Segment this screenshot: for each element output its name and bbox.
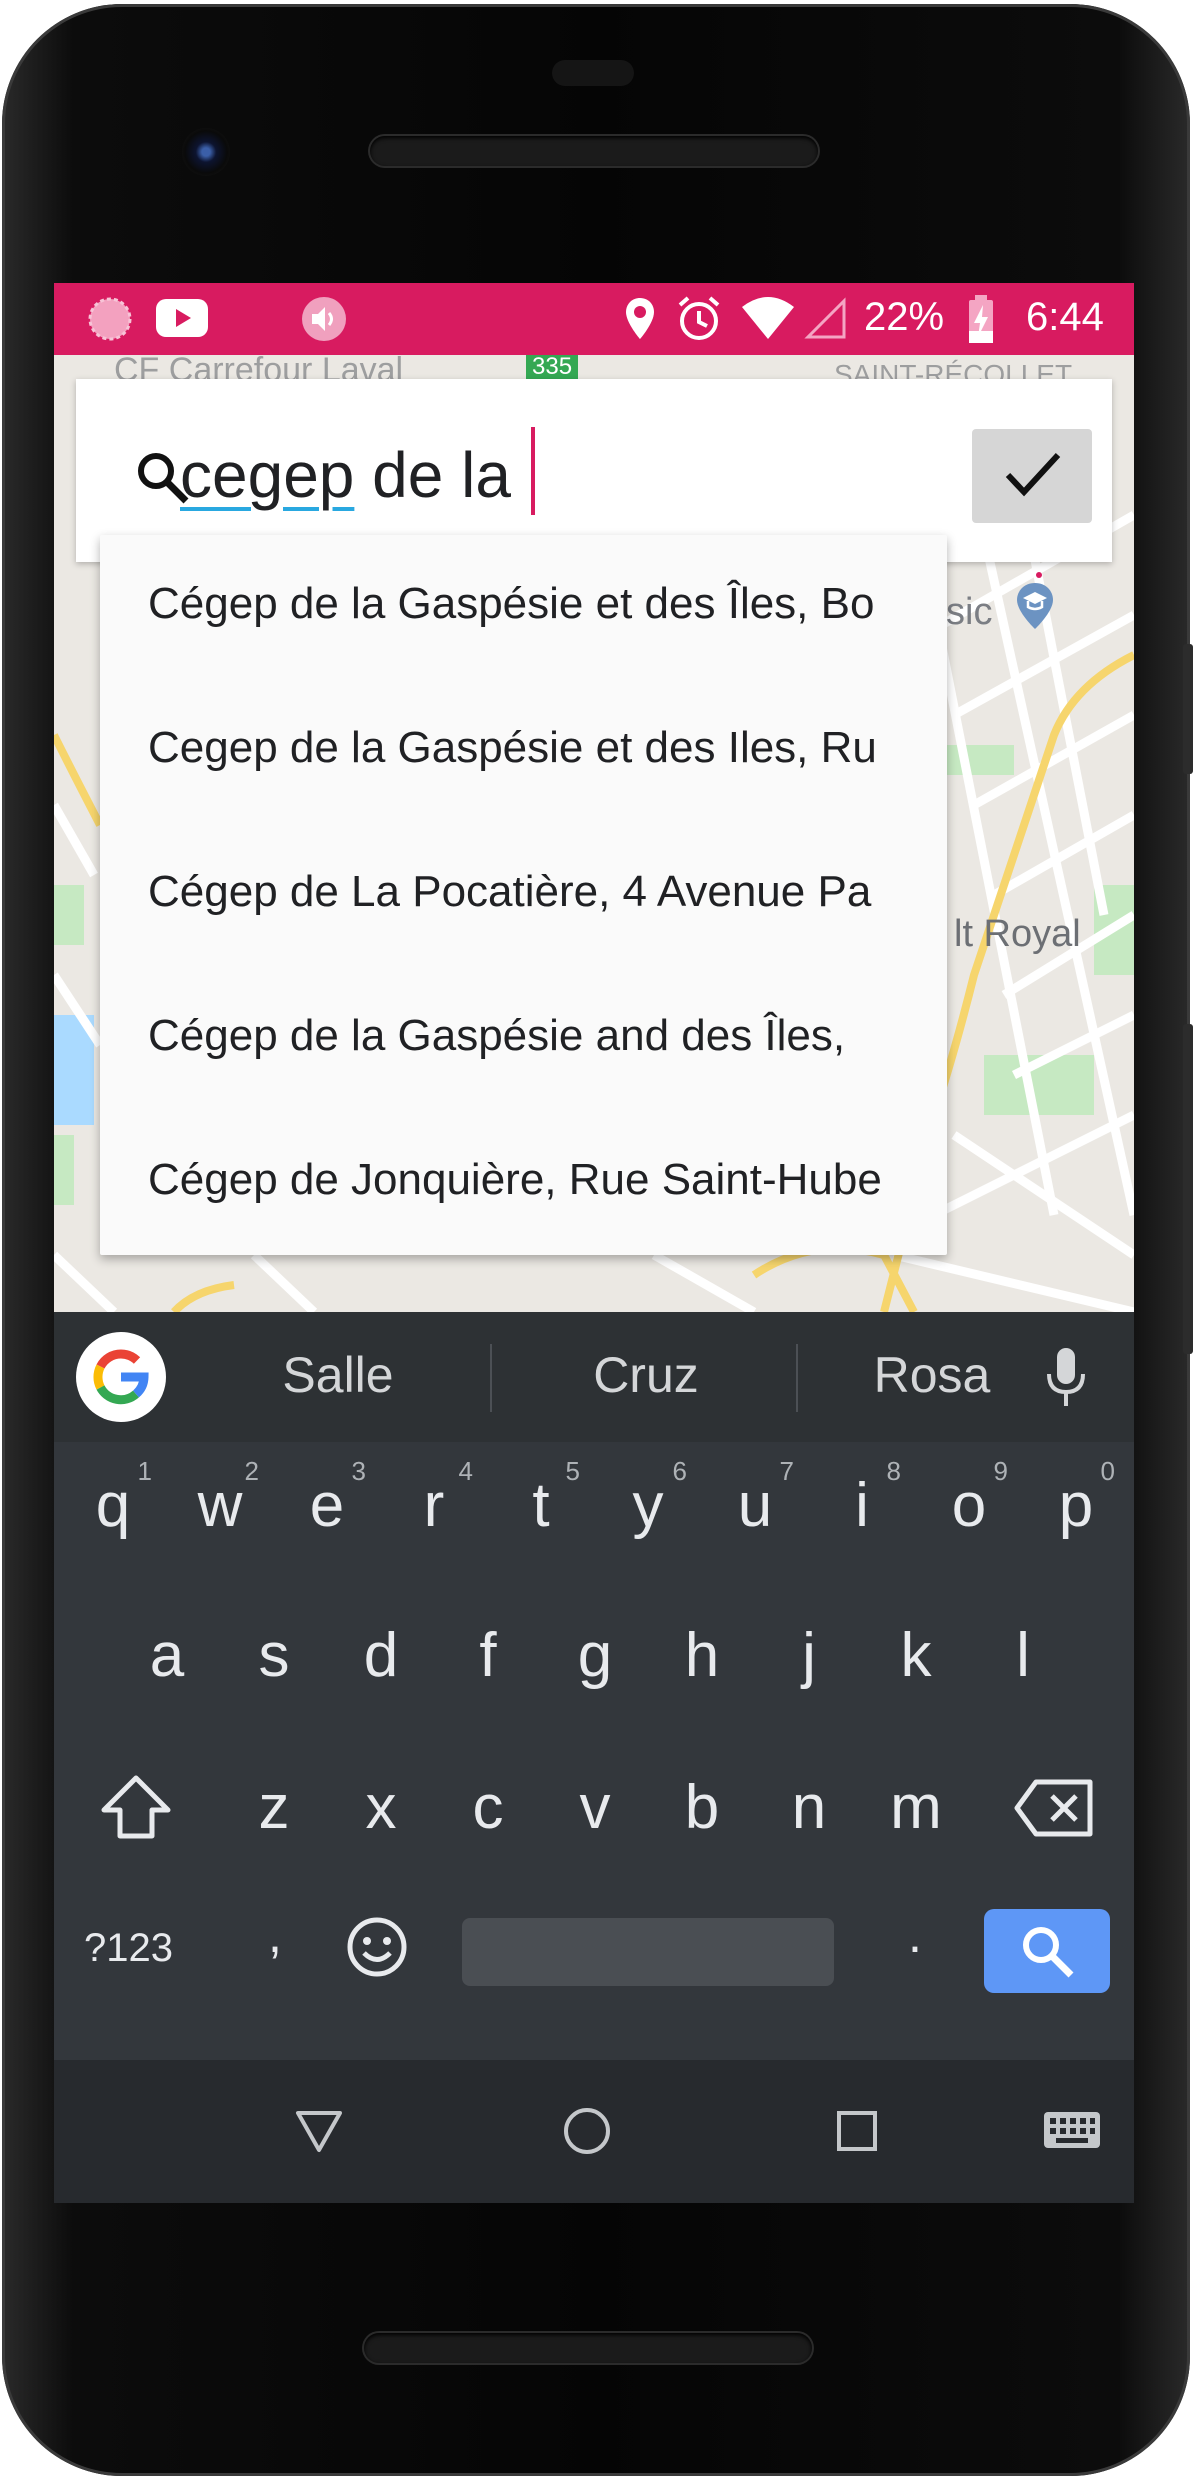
key-m[interactable]: m: [863, 1752, 969, 1872]
text-cursor: [530, 427, 535, 515]
home-icon[interactable]: [562, 2106, 612, 2156]
key-a[interactable]: a: [114, 1600, 220, 1720]
suggestion-text: Cégep de Jonquière, Rue Saint-Hube: [148, 1155, 882, 1204]
road-sign: 335: [526, 355, 579, 381]
check-icon: [1005, 452, 1061, 497]
key-o[interactable]: o9: [916, 1450, 1022, 1570]
keyboard-search-button[interactable]: [984, 1909, 1110, 1993]
key-s[interactable]: s: [221, 1600, 327, 1720]
map-label: lt Royal: [954, 913, 1081, 955]
screen: 22% 6:44 CF Carrefour Laval 335 SAINT-RÉ…: [54, 283, 1134, 2203]
suggestion-item[interactable]: Cégep de Jonquière, Rue Saint-Hube: [100, 1111, 947, 1255]
school-pin-icon[interactable]: [1014, 581, 1056, 631]
power-button: [1183, 644, 1193, 774]
phone-frame: 22% 6:44 CF Carrefour Laval 335 SAINT-RÉ…: [2, 4, 1193, 2476]
key-h[interactable]: h: [649, 1600, 755, 1720]
suggestion-item[interactable]: Cegep de la Gaspésie et des Iles, Ru: [100, 679, 947, 823]
key-f[interactable]: f: [435, 1600, 541, 1720]
earpiece-speaker: [370, 136, 818, 166]
emoji-icon[interactable]: [346, 1916, 408, 1978]
key-j[interactable]: j: [756, 1600, 862, 1720]
navigation-bar: [54, 2060, 1134, 2203]
key-d[interactable]: d: [328, 1600, 434, 1720]
comma-key[interactable]: ,: [268, 1906, 282, 1964]
key-e[interactable]: e3: [274, 1450, 380, 1570]
volume-icon: [302, 297, 346, 341]
keyboard-suggestion[interactable]: Salle: [194, 1346, 482, 1404]
key-t[interactable]: t5: [488, 1450, 594, 1570]
symbols-key[interactable]: ?123: [84, 1926, 173, 1971]
key-k[interactable]: k: [863, 1600, 969, 1720]
search-query-composing: cegep: [180, 439, 355, 511]
autocomplete-list: Cégep de la Gaspésie et des Îles, Bo Ceg…: [100, 535, 947, 1255]
alarm-icon: [678, 296, 720, 340]
keyboard-suggestion-bar: Salle Cruz Rosa: [54, 1312, 1134, 1442]
suggestion-text: Cégep de la Gaspésie et des Îles, Bo: [148, 579, 875, 628]
key-n[interactable]: n: [756, 1752, 862, 1872]
battery-charging-icon: [969, 295, 993, 343]
battery-percentage: 22%: [864, 295, 945, 339]
key-x[interactable]: x: [328, 1752, 434, 1872]
signal-icon: [804, 297, 846, 339]
suggestion-text: Cegep de la Gaspésie et des Iles, Ru: [148, 723, 877, 772]
bottom-speaker: [364, 2333, 812, 2363]
backspace-key[interactable]: [1014, 1778, 1094, 1838]
key-q[interactable]: q1: [60, 1450, 166, 1570]
status-bar: 22% 6:44: [54, 283, 1134, 355]
google-icon[interactable]: [76, 1332, 166, 1422]
search-query-rest: de la: [354, 439, 511, 511]
keyboard-suggestion[interactable]: Cruz: [502, 1346, 790, 1404]
app-circle-icon: [88, 297, 132, 341]
key-c[interactable]: c: [435, 1752, 541, 1872]
key-z[interactable]: z: [221, 1752, 327, 1872]
key-y[interactable]: y6: [595, 1450, 701, 1570]
key-u[interactable]: u7: [702, 1450, 808, 1570]
suggestion-item[interactable]: Cégep de la Gaspésie and des Îles,: [100, 967, 947, 1111]
search-icon: [1023, 1927, 1074, 1978]
suggestion-text: Cégep de La Pocatière, 4 Avenue Pa: [148, 867, 872, 916]
key-r[interactable]: r4: [381, 1450, 487, 1570]
period-key[interactable]: .: [908, 1906, 922, 1964]
key-i[interactable]: i8: [809, 1450, 915, 1570]
suggestion-item[interactable]: Cégep de la Gaspésie et des Îles, Bo: [100, 535, 947, 679]
proximity-sensor: [552, 60, 634, 86]
key-g[interactable]: g: [542, 1600, 648, 1720]
key-l[interactable]: l: [970, 1600, 1076, 1720]
youtube-icon: [156, 299, 208, 337]
soft-keyboard: Salle Cruz Rosa q1 w2 e3 r4 t5 y6 u7 i8 …: [54, 1312, 1134, 2060]
shift-key[interactable]: [100, 1774, 172, 1840]
suggestion-item[interactable]: Cégep de La Pocatière, 4 Avenue Pa: [100, 823, 947, 967]
confirm-button[interactable]: [972, 429, 1092, 523]
map-label: sic: [946, 591, 993, 633]
front-camera: [182, 128, 230, 176]
key-v[interactable]: v: [542, 1752, 648, 1872]
location-icon: [626, 298, 654, 339]
keyboard-suggestion[interactable]: Rosa: [788, 1346, 1076, 1404]
key-p[interactable]: p0: [1023, 1450, 1129, 1570]
divider: [490, 1344, 492, 1412]
recents-icon[interactable]: [836, 2110, 878, 2152]
key-b[interactable]: b: [649, 1752, 755, 1872]
volume-rocker: [1183, 1024, 1193, 1354]
key-w[interactable]: w2: [167, 1450, 273, 1570]
back-icon[interactable]: [294, 2108, 344, 2154]
search-input[interactable]: cegep de la: [180, 427, 535, 515]
status-time: 6:44: [1026, 295, 1104, 339]
space-key[interactable]: [462, 1918, 834, 1986]
wifi-icon: [742, 297, 794, 339]
mic-icon[interactable]: [1044, 1346, 1088, 1408]
keyboard-switch-icon[interactable]: [1042, 2110, 1102, 2150]
suggestion-text: Cégep de la Gaspésie and des Îles,: [148, 1011, 846, 1060]
